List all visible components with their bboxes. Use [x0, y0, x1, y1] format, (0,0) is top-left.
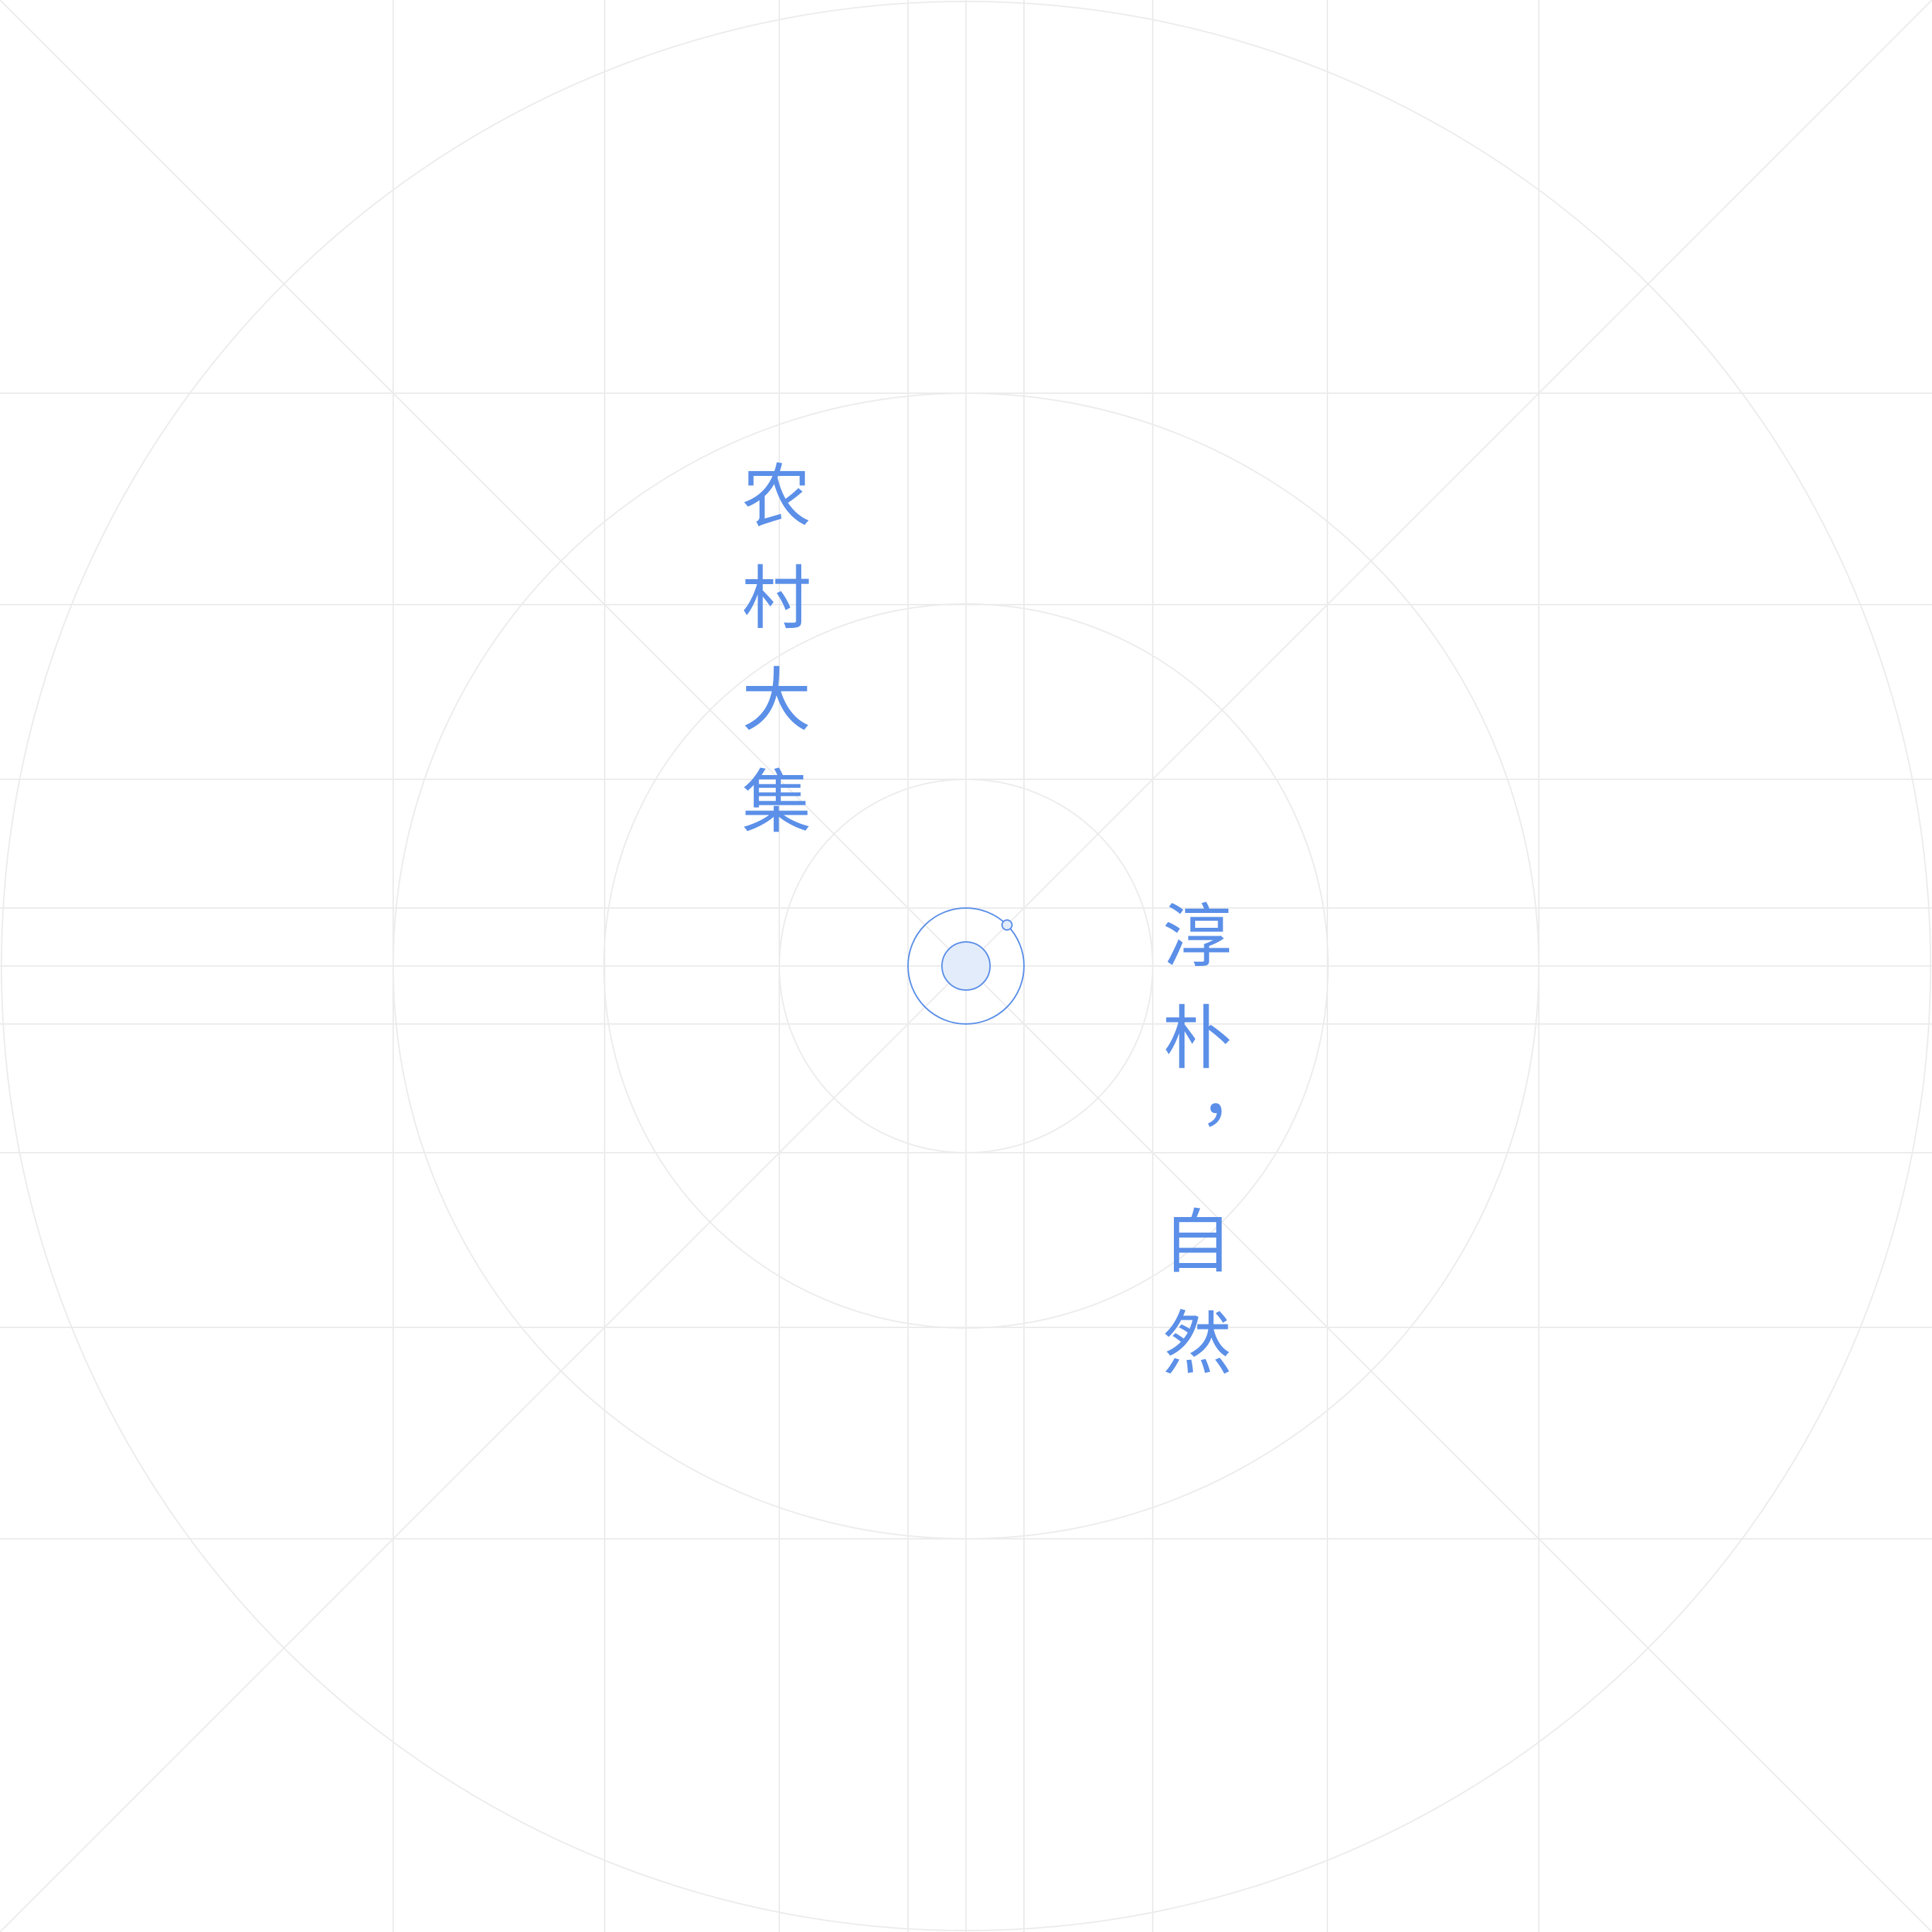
vertical-title-right: 淳朴，自然	[1151, 900, 1231, 1409]
construction-grid	[0, 0, 1932, 1932]
vertical-title-left: 农村大集	[730, 460, 810, 867]
